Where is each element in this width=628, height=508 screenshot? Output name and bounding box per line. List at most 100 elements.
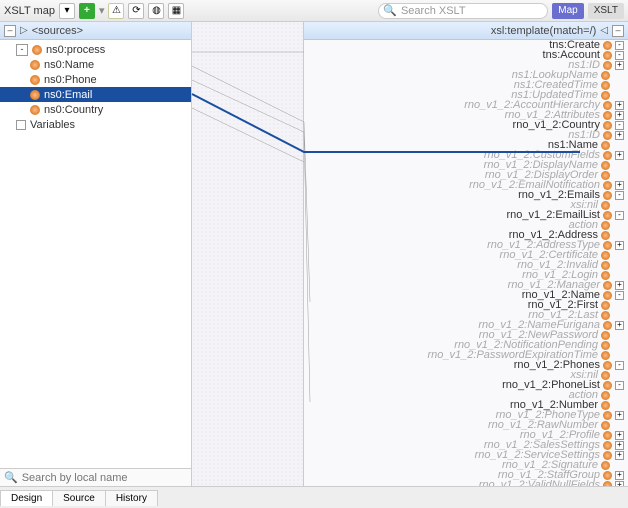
- expand-toggle[interactable]: +: [615, 181, 624, 190]
- tree-node[interactable]: ns0:Name: [0, 57, 191, 72]
- collapse-toggle[interactable]: –: [612, 25, 624, 37]
- node-label: ns0:Name: [44, 59, 94, 71]
- element-icon: [603, 291, 612, 300]
- tree-node[interactable]: ns0:Country: [0, 102, 191, 117]
- source-tree[interactable]: - ns0:process ns0:Name ns0:Phone ns0:Email ns…: [0, 40, 191, 468]
- element-icon: [603, 111, 612, 120]
- node-label: ns0:Phone: [44, 74, 97, 86]
- expand-toggle[interactable]: -: [615, 361, 624, 370]
- element-icon: [30, 105, 40, 115]
- collapse-toggle[interactable]: –: [4, 25, 16, 37]
- expand-toggle[interactable]: -: [615, 121, 624, 130]
- node-label: ns0:Email: [44, 89, 92, 101]
- element-icon: [603, 41, 612, 50]
- element-icon: [601, 141, 610, 150]
- app-title: XSLT map: [4, 5, 55, 17]
- warning-icon[interactable]: ⚠: [108, 3, 124, 19]
- tree-node[interactable]: - ns0:process: [0, 42, 191, 57]
- expand-toggle[interactable]: +: [615, 241, 624, 250]
- search-placeholder: Search XSLT: [401, 5, 466, 17]
- expand-toggle[interactable]: +: [615, 451, 624, 460]
- arrow-icon: ◁: [600, 25, 608, 36]
- element-icon: [603, 191, 612, 200]
- element-icon: [603, 441, 612, 450]
- expand-toggle[interactable]: +: [615, 431, 624, 440]
- expand-toggle[interactable]: +: [615, 321, 624, 330]
- tab-design[interactable]: Design: [0, 490, 53, 506]
- globe-icon[interactable]: ◍: [148, 3, 164, 19]
- expand-toggle[interactable]: -: [615, 211, 624, 220]
- element-icon: [603, 61, 612, 70]
- element-icon: [601, 391, 610, 400]
- tree-node[interactable]: ns0:Phone: [0, 72, 191, 87]
- element-icon: [603, 121, 612, 130]
- element-icon: [30, 60, 40, 70]
- expand-toggle[interactable]: +: [615, 151, 624, 160]
- sources-pane: – ▷ <sources> -ns0:processns0:Namens0:Ph…: [0, 22, 192, 486]
- node-label: ns0:process: [46, 44, 105, 56]
- element-icon: [603, 151, 612, 160]
- element-icon: [601, 201, 610, 210]
- footer-tabs: Design Source History: [0, 486, 628, 508]
- element-icon: [603, 51, 612, 60]
- element-icon: [603, 211, 612, 220]
- expand-toggle[interactable]: -: [615, 381, 624, 390]
- node-label: Variables: [30, 119, 75, 131]
- element-icon: [601, 71, 610, 80]
- target-tree[interactable]: tns:Create-tns:Account-ns1:ID+ns1:Lookup…: [304, 40, 628, 486]
- element-icon: [601, 81, 610, 90]
- document-icon: [16, 120, 26, 130]
- element-icon: [601, 271, 610, 280]
- tab-history[interactable]: History: [105, 490, 158, 506]
- element-icon: [601, 341, 610, 350]
- map-pill[interactable]: Map: [552, 3, 583, 19]
- expand-toggle[interactable]: -: [615, 41, 624, 50]
- tree-node[interactable]: Variables: [0, 117, 191, 132]
- element-icon: [603, 321, 612, 330]
- element-icon: [601, 311, 610, 320]
- tab-source[interactable]: Source: [52, 490, 106, 506]
- expand-toggle[interactable]: +: [615, 61, 624, 70]
- expand-toggle[interactable]: +: [615, 131, 624, 140]
- tree-node[interactable]: ns0:Email: [0, 87, 191, 102]
- element-icon: [603, 361, 612, 370]
- element-icon: [601, 371, 610, 380]
- element-icon: [603, 131, 612, 140]
- search-icon: 🔍: [383, 4, 397, 17]
- dropdown-btn[interactable]: ▾: [59, 3, 75, 19]
- element-icon: [601, 351, 610, 360]
- xslt-pill[interactable]: XSLT: [588, 3, 624, 19]
- expand-toggle[interactable]: -: [16, 44, 28, 56]
- element-icon: [603, 411, 612, 420]
- expand-toggle[interactable]: -: [615, 191, 624, 200]
- element-icon: [601, 251, 610, 260]
- element-icon: [601, 221, 610, 230]
- element-icon: [603, 281, 612, 290]
- expand-toggle[interactable]: +: [615, 441, 624, 450]
- search-local[interactable]: 🔍: [0, 468, 191, 486]
- mapping-canvas[interactable]: [192, 22, 304, 486]
- expand-toggle[interactable]: -: [615, 291, 624, 300]
- search-local-input[interactable]: [22, 472, 187, 484]
- element-icon: [32, 45, 42, 55]
- sources-header: <sources>: [32, 25, 83, 37]
- add-btn[interactable]: +: [79, 3, 95, 19]
- target-pane: xsl:template(match=/) ◁ – tns:Create-tns…: [304, 22, 628, 486]
- expand-toggle[interactable]: -: [615, 51, 624, 60]
- element-icon: [603, 381, 612, 390]
- element-icon: [601, 161, 610, 170]
- expand-toggle[interactable]: +: [615, 101, 624, 110]
- element-icon: [601, 421, 610, 430]
- refresh-icon[interactable]: ⟳: [128, 3, 144, 19]
- grid-icon[interactable]: ▦: [168, 3, 184, 19]
- element-icon: [603, 471, 612, 480]
- expand-toggle[interactable]: +: [615, 111, 624, 120]
- element-icon: [601, 331, 610, 340]
- element-icon: [601, 231, 610, 240]
- expand-toggle[interactable]: +: [615, 281, 624, 290]
- element-icon: [603, 451, 612, 460]
- expand-toggle[interactable]: +: [615, 471, 624, 480]
- search-xslt[interactable]: 🔍 Search XSLT: [378, 3, 548, 19]
- node-label: ns0:Country: [44, 104, 103, 116]
- expand-toggle[interactable]: +: [615, 411, 624, 420]
